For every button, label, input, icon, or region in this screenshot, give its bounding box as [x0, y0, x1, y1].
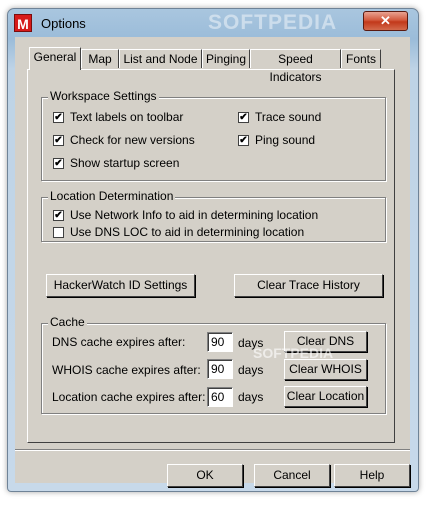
clear-trace-history-button[interactable]: Clear Trace History: [234, 274, 383, 297]
cancel-button[interactable]: Cancel: [254, 464, 330, 487]
startup-screen-checkbox[interactable]: ✔: [53, 158, 64, 169]
startup-screen-label: Show startup screen: [70, 156, 180, 170]
app-icon: M: [14, 14, 32, 32]
tab-general[interactable]: General: [29, 47, 81, 70]
dialog-client: General Map List and Node Pinging Speed …: [15, 37, 410, 487]
network-info-checkbox[interactable]: ✔: [53, 210, 64, 221]
text-labels-label: Text labels on toolbar: [70, 110, 184, 124]
clear-location-button[interactable]: Clear Location: [284, 386, 367, 407]
dns-cache-days-input[interactable]: 90: [207, 332, 233, 352]
workspace-settings-legend: Workspace Settings: [48, 89, 159, 103]
ok-button[interactable]: OK: [167, 464, 243, 487]
ping-sound-checkbox[interactable]: ✔: [238, 135, 249, 146]
network-info-label: Use Network Info to aid in determining l…: [70, 208, 319, 222]
check-versions-label: Check for new versions: [70, 133, 195, 147]
center-watermark: SOFTPEDIA: [253, 345, 334, 361]
window-title: Options: [41, 16, 86, 31]
tab-map[interactable]: Map: [81, 49, 119, 68]
tab-fonts[interactable]: Fonts: [341, 49, 381, 68]
footer-separator: [15, 449, 410, 451]
location-cache-label: Location cache expires after:: [52, 390, 206, 404]
check-versions-checkbox[interactable]: ✔: [53, 135, 64, 146]
cache-legend: Cache: [48, 315, 87, 329]
text-labels-checkbox[interactable]: ✔: [53, 112, 64, 123]
watermark: SOFTPEDIA: [208, 11, 338, 34]
dns-loc-checkbox[interactable]: [53, 227, 64, 238]
location-cache-days-input[interactable]: 60: [207, 387, 233, 407]
whois-cache-days-input[interactable]: 90: [207, 359, 233, 379]
help-button[interactable]: Help: [334, 464, 410, 487]
dns-loc-label: Use DNS LOC to aid in determining locati…: [70, 225, 305, 239]
location-determination-legend: Location Determination: [48, 189, 176, 203]
tab-speed-indicators[interactable]: Speed Indicators: [250, 49, 341, 84]
clear-whois-button[interactable]: Clear WHOIS: [284, 359, 367, 380]
title-bar[interactable]: M Options SOFTPEDIA ✕: [8, 9, 418, 37]
close-icon[interactable]: ✕: [363, 11, 408, 31]
tab-pinging[interactable]: Pinging: [202, 49, 250, 68]
tab-list-and-node[interactable]: List and Node: [119, 49, 202, 68]
location-days-label: days: [238, 390, 264, 404]
options-window: M Options SOFTPEDIA ✕ General Map List a…: [7, 8, 419, 492]
whois-cache-label: WHOIS cache expires after:: [52, 363, 201, 377]
trace-sound-label: Trace sound: [255, 110, 322, 124]
ping-sound-label: Ping sound: [255, 133, 316, 147]
whois-days-label: days: [238, 363, 264, 377]
hackerwatch-id-settings-button[interactable]: HackerWatch ID Settings: [46, 274, 195, 297]
dns-cache-label: DNS cache expires after:: [52, 335, 186, 349]
trace-sound-checkbox[interactable]: ✔: [238, 112, 249, 123]
